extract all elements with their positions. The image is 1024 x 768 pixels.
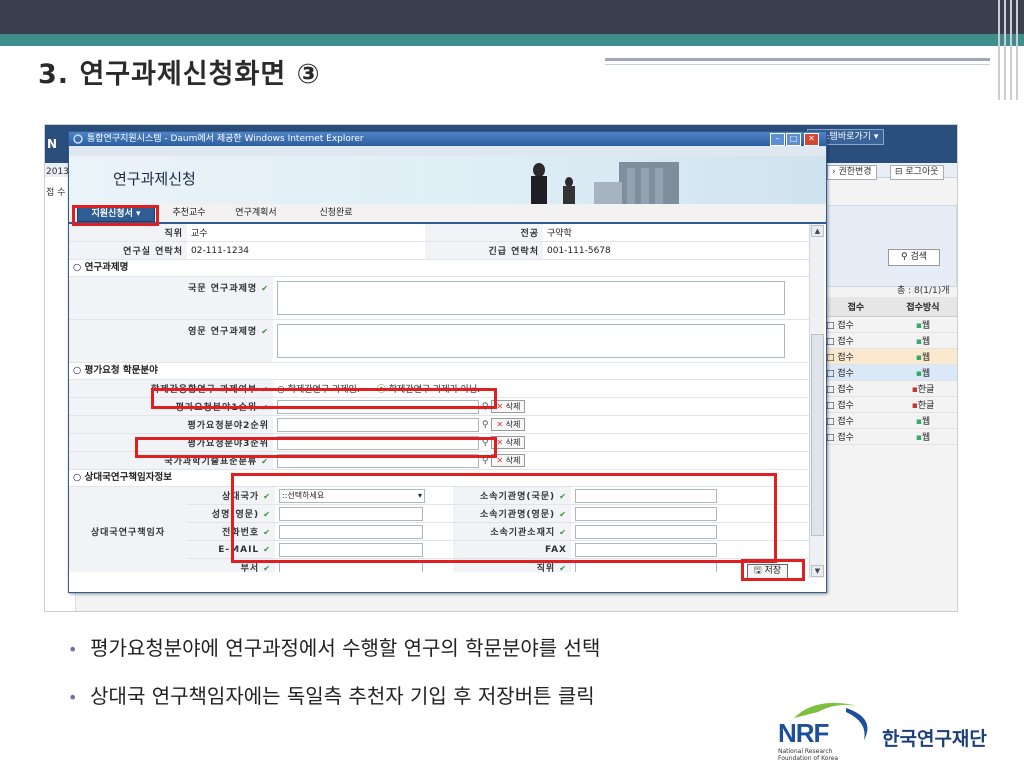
table-row[interactable]: □ 접수 ▪웹	[823, 364, 957, 381]
emergency-phone-value: 001-111-5678	[543, 241, 809, 260]
table-row[interactable]: □ 접수 ▪웹	[823, 348, 957, 365]
tab-research-plan[interactable]: 연구계획서	[221, 206, 291, 220]
title-rule	[605, 58, 990, 61]
highlight-save	[741, 559, 805, 581]
table-row[interactable]: □ 접수 ▪웹	[823, 316, 957, 333]
auth-change-button[interactable]: › 권한변경	[827, 165, 877, 180]
scroll-up-icon[interactable]: ▲	[811, 225, 824, 237]
logout-button[interactable]: ⊟ 로그아웃	[890, 165, 944, 180]
tab-recommend-professor[interactable]: 추천교수	[161, 206, 217, 220]
bg-left-year: 2013	[46, 167, 69, 177]
page-banner: 연구과제신청	[69, 156, 826, 204]
highlight-tab	[72, 205, 159, 226]
table-row[interactable]: □ 접수 ▪한글	[823, 396, 957, 413]
window-title-bar: 통합연구지원시스템 - Daum에서 제공한 Windows Internet …	[69, 132, 826, 146]
minimize-button[interactable]: –	[770, 133, 785, 146]
bullet-2: • 상대국 연구책임자에는 독일측 추천자 기입 후 저장버튼 클릭	[68, 684, 595, 708]
project-title-table: 국문 연구과제명 ✔ 영문 연구과제명 ✔	[69, 277, 809, 363]
slide-accent-bar	[0, 34, 1024, 46]
partner-group-label: 상대국연구책임자	[69, 487, 187, 572]
major-value: 구약학	[543, 224, 809, 242]
scroll-down-icon[interactable]: ▼	[811, 565, 824, 577]
maximize-button[interactable]: □	[786, 133, 801, 146]
field-priority2-input[interactable]	[277, 417, 479, 432]
bg-col-status: 접수	[823, 297, 889, 317]
window-title: 통합연구지원시스템 - Daum에서 제공한 Windows Internet …	[87, 134, 364, 144]
korean-title-input[interactable]	[277, 281, 785, 315]
english-title-label: 영문 연구과제명 ✔	[69, 319, 273, 363]
slide-header-bar	[0, 0, 1024, 34]
slide-title: 3. 연구과제신청화면 ③	[38, 59, 321, 90]
english-title-input[interactable]	[277, 324, 785, 358]
nrf-logo-sub: National Research Foundation of Korea	[778, 748, 839, 762]
decorative-lines	[998, 0, 1018, 100]
table-row[interactable]: □ 접수 ▪한글	[823, 380, 957, 397]
table-row[interactable]: □ 접수 ▪웹	[823, 332, 957, 349]
highlight-standard	[135, 437, 497, 458]
title-rule-thin	[605, 64, 990, 65]
section-project-title: 연구과제명	[69, 260, 809, 277]
bg-search-button[interactable]: ⚲ 검색	[888, 249, 940, 266]
bg-result-table: 접수 접수방식 □ 접수 ▪웹 □ 접수 ▪웹 □ 접수 ▪웹 □ 접수 ▪웹 □ 접수…	[823, 297, 957, 445]
bg-app-logo: N	[47, 137, 58, 151]
highlight-priority1	[151, 388, 497, 409]
korean-title-label: 국문 연구과제명 ✔	[69, 277, 273, 320]
lab-phone-label: 연구실 연락처	[69, 241, 187, 260]
bg-total-count: 총 : 8(1/1)개	[897, 286, 950, 296]
nrf-logo-org: 한국연구재단	[882, 728, 987, 750]
scroll-thumb[interactable]	[811, 334, 824, 536]
bg-left-label: 접 수	[46, 188, 66, 198]
close-button[interactable]: ✕	[804, 133, 819, 146]
major-label: 전공	[425, 224, 543, 242]
tab-complete[interactable]: 신청완료	[305, 206, 367, 220]
bullet-1: • 평가요청분야에 연구과정에서 수행할 연구의 학문분야를 선택	[68, 636, 601, 660]
browser-icon	[73, 134, 83, 144]
lab-phone-value: 02-111-1234	[187, 241, 425, 260]
bg-search-panel	[823, 205, 957, 287]
search-icon[interactable]: ⚲	[482, 420, 489, 430]
application-form-window: 통합연구지원시스템 - Daum에서 제공한 Windows Internet …	[68, 131, 827, 593]
section-field: 평가요청 학문분야	[69, 363, 809, 380]
table-row[interactable]: □ 접수 ▪웹	[823, 428, 957, 445]
field-priority2-label: 평가요청분야2순위	[69, 415, 273, 434]
nrf-logo-text: NRF	[778, 718, 829, 748]
emergency-phone-label: 긴급 연락처	[425, 241, 543, 260]
banner-illustration	[531, 162, 679, 204]
banner-title: 연구과제신청	[113, 170, 196, 188]
nrf-logo: NRF National Research Foundation of Korea…	[776, 700, 1024, 764]
delete-priority2-button[interactable]: ✕ 삭제	[491, 418, 526, 431]
position-value: 교수	[187, 224, 425, 242]
vertical-scrollbar[interactable]: ▲ ▼	[809, 224, 824, 578]
applicant-info-table: 직위 교수 전공 구약학 연구실 연락처 02-111-1234 긴급 연락처 …	[69, 224, 809, 260]
bg-col-method: 접수방식	[888, 297, 957, 317]
table-row[interactable]: □ 접수 ▪웹	[823, 412, 957, 429]
tab-bar: 지원신청서 ▾ 추천교수 연구계획서 신청완료	[69, 204, 826, 224]
position-label: 직위	[69, 224, 187, 242]
highlight-partner	[231, 473, 777, 563]
